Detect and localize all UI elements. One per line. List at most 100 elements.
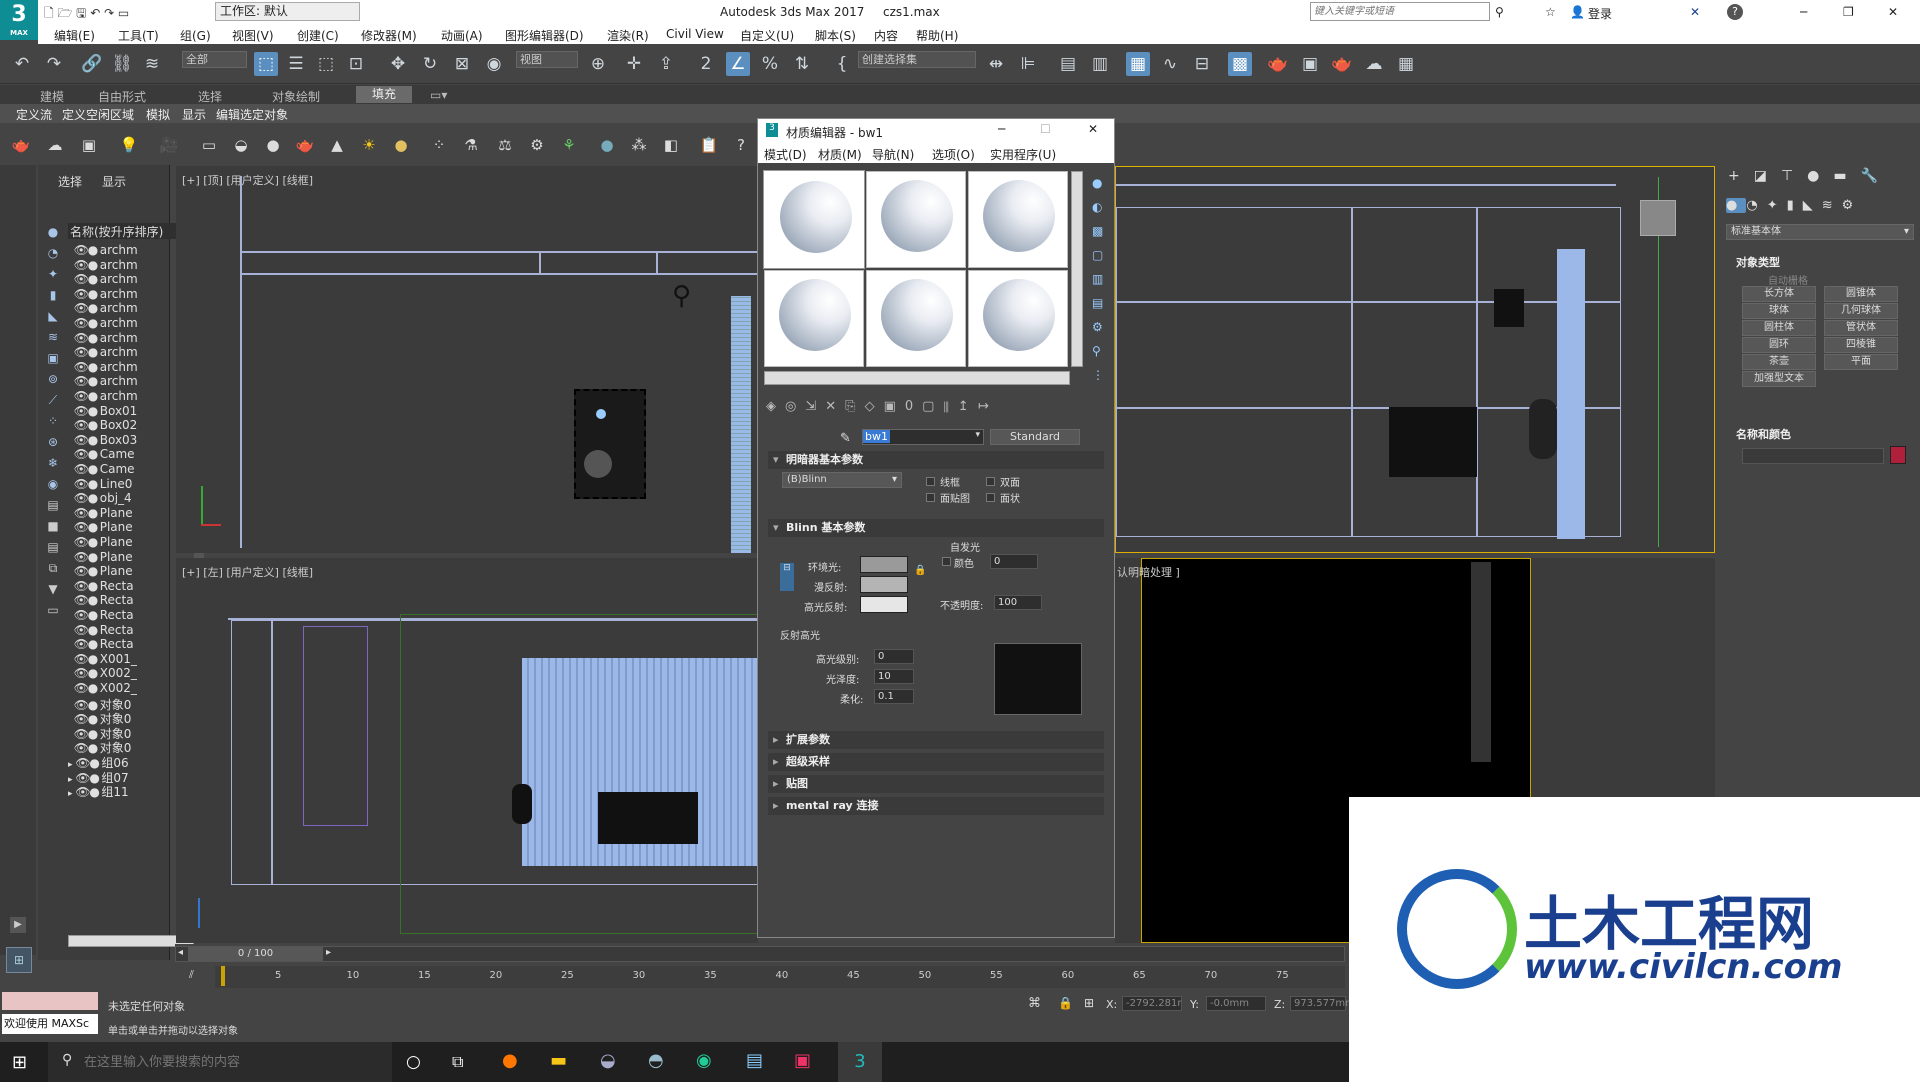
- eye-icon[interactable]: 👁: [74, 243, 89, 257]
- faceted-checkbox[interactable]: [986, 493, 995, 502]
- subtab-define-idle-areas[interactable]: 定义空闲区域: [62, 106, 134, 123]
- isolate-icon[interactable]: ⌘: [1028, 996, 1041, 1011]
- tab-display[interactable]: 显示: [102, 173, 126, 190]
- modify-tab-icon[interactable]: ◪: [1754, 168, 1781, 184]
- help-icon[interactable]: ?: [730, 134, 752, 156]
- undo-icon[interactable]: ↶: [10, 52, 34, 76]
- edge-icon[interactable]: ◉: [696, 1050, 712, 1071]
- make-unique-icon[interactable]: ◇: [865, 399, 884, 414]
- hair-icon[interactable]: ⚗: [460, 134, 482, 156]
- material-slot-3[interactable]: [968, 171, 1068, 268]
- opacity-spinner[interactable]: 100: [994, 595, 1042, 610]
- me-menu-material[interactable]: 材质(M): [818, 146, 862, 163]
- object-type-button[interactable]: 圆环: [1742, 337, 1816, 353]
- material-map-nav-icon[interactable]: ⋮: [1092, 363, 1110, 387]
- render-production-icon[interactable]: 🫖: [1330, 52, 1354, 76]
- mental-ray-rollout[interactable]: mental ray 连接: [768, 797, 1104, 815]
- make-preview-icon[interactable]: ▤: [1092, 291, 1110, 315]
- cloth-icon[interactable]: ⚖: [494, 134, 516, 156]
- me-minimize-button[interactable]: ─: [998, 122, 1005, 136]
- eye-icon[interactable]: 👁: [74, 462, 89, 476]
- binoculars-icon[interactable]: ⚲: [1495, 5, 1504, 19]
- cameras-filter-icon[interactable]: ▮: [42, 288, 64, 309]
- eye-icon[interactable]: 👁: [74, 608, 89, 622]
- hierarchy-tab-icon[interactable]: ⊤: [1781, 168, 1807, 184]
- track-bar[interactable]: 5 10 15 20 25 30 35 40 45 50 55 60 65 70 75: [215, 966, 1345, 988]
- eye-icon[interactable]: 👁: [74, 447, 89, 461]
- link-icon[interactable]: 🔗: [80, 52, 104, 76]
- named-selection-dropdown[interactable]: 创建选择集: [858, 51, 976, 68]
- menu-help[interactable]: 帮助(H): [916, 27, 958, 44]
- diffuse-color-swatch[interactable]: [860, 576, 908, 593]
- specular-color-swatch[interactable]: [860, 596, 908, 613]
- eye-icon[interactable]: 👁: [74, 418, 89, 432]
- me-menu-modes[interactable]: 模式(D): [764, 146, 807, 163]
- y-coord-field[interactable]: -0.0mm: [1206, 996, 1266, 1011]
- subtab-define-flows[interactable]: 定义流: [16, 106, 52, 123]
- eye-icon[interactable]: 👁: [74, 593, 89, 607]
- lock-ambient-diffuse-icon[interactable]: ⊟: [780, 563, 794, 591]
- playhead[interactable]: [221, 966, 225, 986]
- app-icon-1[interactable]: ◒: [600, 1050, 616, 1071]
- eye-icon[interactable]: 👁: [74, 360, 89, 374]
- self-illum-color-checkbox[interactable]: [942, 557, 951, 566]
- material-slot-5[interactable]: [866, 270, 966, 367]
- eye-icon[interactable]: 👁: [74, 666, 89, 680]
- app-logo[interactable]: 3 MAX: [0, 0, 38, 40]
- toggle-icon[interactable]: ■: [42, 519, 64, 540]
- geometry-filter-icon[interactable]: ●: [42, 225, 64, 246]
- eyedropper-icon[interactable]: ✎: [840, 431, 851, 446]
- viewport-left-label[interactable]: [+] [左] [用户定义] [线框]: [182, 564, 313, 580]
- eye-icon[interactable]: 👁: [74, 331, 89, 345]
- user-icon[interactable]: 👤: [1570, 5, 1585, 19]
- align-icon[interactable]: ⊫: [1016, 52, 1040, 76]
- eye-icon[interactable]: 👁: [74, 404, 89, 418]
- object-type-button[interactable]: 四棱锥: [1824, 337, 1898, 353]
- object-color-swatch[interactable]: [1890, 446, 1906, 464]
- expand-arrow-icon[interactable]: ▶: [10, 917, 26, 933]
- angle-snap-icon[interactable]: ∠: [726, 52, 750, 76]
- eye-icon[interactable]: 👁: [74, 623, 89, 637]
- lights-icon[interactable]: ✦: [1767, 198, 1787, 213]
- teapot-icon[interactable]: 🫖: [10, 134, 32, 156]
- menu-group[interactable]: 组(G): [180, 27, 211, 44]
- menu-content[interactable]: 内容: [874, 27, 898, 44]
- scene-explorer-icon[interactable]: ▥: [1088, 52, 1112, 76]
- box-icon[interactable]: ▭: [198, 134, 220, 156]
- tab-freeform[interactable]: 自由形式: [98, 88, 146, 105]
- scene-row[interactable]: ▸ 👁● 组11: [68, 783, 129, 801]
- eye-icon[interactable]: 👁: [74, 316, 89, 330]
- z-coord-field[interactable]: 973.577mm: [1290, 996, 1355, 1011]
- category-dropdown[interactable]: 标准基本体 ▾: [1726, 224, 1914, 240]
- eye-icon[interactable]: 👁: [74, 681, 89, 695]
- viewport-layout-icon[interactable]: ⊞: [6, 947, 32, 973]
- blinn-basic-params-rollout[interactable]: Blinn 基本参数: [768, 519, 1104, 537]
- tab-populate[interactable]: 填充: [356, 86, 413, 103]
- camera-icon[interactable]: 🎥: [158, 134, 180, 156]
- helpers-icon[interactable]: ◣: [1803, 198, 1822, 213]
- render-cloud-icon[interactable]: ☁: [1362, 52, 1386, 76]
- absolute-mode-icon[interactable]: ⊞: [1084, 996, 1094, 1010]
- maxscript-welcome[interactable]: 欢迎使用 MAXSc: [2, 1014, 98, 1034]
- object-type-button[interactable]: 球体: [1742, 303, 1816, 319]
- subtab-edit-selected[interactable]: 编辑选定对象: [216, 106, 288, 123]
- keyboard-shortcut-icon[interactable]: ⇪: [654, 52, 678, 76]
- viewport-top-label[interactable]: [+] [顶] [用户定义] [线框]: [182, 172, 313, 188]
- xref-filter-icon[interactable]: ⊚: [42, 372, 64, 393]
- select-manipulate-icon[interactable]: ✛: [622, 52, 646, 76]
- eye-icon[interactable]: 👁: [74, 535, 89, 549]
- select-by-name-icon[interactable]: ☰: [284, 52, 308, 76]
- show-end-result-icon[interactable]: ⫴: [943, 399, 957, 414]
- list-icon[interactable]: ▤: [42, 540, 64, 561]
- eye-icon[interactable]: 👁: [74, 520, 89, 534]
- viewport-left[interactable]: [+] [左] [用户定义] [线框]: [176, 558, 758, 943]
- eye-icon[interactable]: 👁: [74, 579, 89, 593]
- me-menu-navigation[interactable]: 导航(N): [872, 146, 914, 163]
- slots-vscrollbar[interactable]: [1071, 171, 1083, 367]
- material-sphere-icon[interactable]: ●: [596, 134, 618, 156]
- menu-modifiers[interactable]: 修改器(M): [361, 27, 417, 44]
- 3dsmax-taskbar-icon[interactable]: 3: [838, 1042, 882, 1082]
- ribbon-toggle-icon[interactable]: ▦: [1126, 52, 1150, 76]
- redo-icon[interactable]: ↷: [42, 52, 66, 76]
- firefox-icon[interactable]: ●: [502, 1050, 518, 1071]
